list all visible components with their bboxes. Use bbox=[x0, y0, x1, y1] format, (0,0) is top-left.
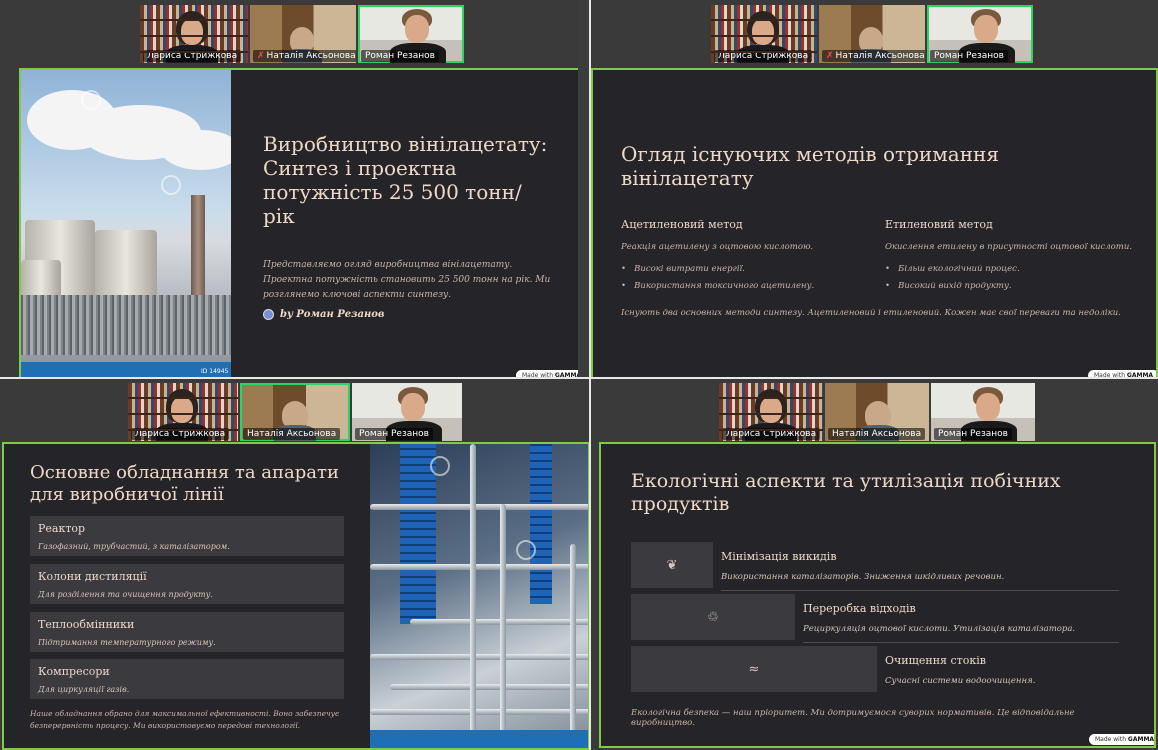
list-item: • Використання токсичного ацетилену. bbox=[621, 281, 815, 291]
avatar bbox=[263, 309, 274, 320]
equipment-card: Колони дистиляції Для розділення та очищ… bbox=[30, 564, 344, 604]
video-tile-larysa[interactable]: Лариса Стрижкова bbox=[711, 5, 817, 63]
participant-name: Наталія Аксьонова bbox=[243, 428, 341, 440]
eco-item-heading: Переробка відходів bbox=[803, 602, 916, 615]
factory-photo: ID 14945 bbox=[21, 70, 231, 378]
video-tile-natalia[interactable]: ✗ Наталія Аксьонова bbox=[819, 5, 925, 63]
video-tile-roman[interactable]: Роман Резанов bbox=[927, 5, 1033, 63]
slide-title: Огляд існуючих методів отримання вінілац… bbox=[621, 142, 999, 190]
video-tile-larysa[interactable]: Лариса Стрижкова bbox=[128, 383, 238, 441]
slide-footer: Існують два основних методи синтезу. Аце… bbox=[621, 308, 1121, 318]
meeting-quadrant-1: Лариса Стрижкова ✗ Наталія Аксьонова Рома… bbox=[0, 0, 578, 378]
photo-id: ID 14945 bbox=[201, 368, 229, 375]
video-tile-natalia[interactable]: ✗ Наталія Аксьонова bbox=[250, 5, 356, 63]
mic-muted-icon: ✗ bbox=[826, 51, 834, 61]
grid-divider-vertical bbox=[589, 0, 591, 750]
eco-item-desc: Використання каталізаторів. Зниження шкі… bbox=[721, 572, 1005, 582]
leaf-icon: ❦ bbox=[631, 542, 713, 588]
method-desc-ethylene: Окислення етилену в присутності оцтової … bbox=[885, 242, 1133, 252]
pipework-photo bbox=[370, 444, 588, 748]
eco-item-desc: Сучасні системи водоочищення. bbox=[885, 676, 1036, 686]
list-item: • Більш екологічний процес. bbox=[885, 264, 1020, 274]
meeting-quadrant-3: Лариса Стрижкова Наталія Аксьонова Роман… bbox=[0, 378, 590, 750]
video-tile-larysa[interactable]: Лариса Стрижкова bbox=[719, 383, 823, 441]
participant-name: Наталія Аксьонова bbox=[828, 428, 926, 440]
video-strip: Лариса Стрижкова ✗ Наталія Аксьонова Рома… bbox=[140, 5, 464, 63]
slide-footer: Екологічна безпека — наш пріоритет. Ми д… bbox=[631, 708, 1075, 728]
slide-title: Виробництво вінілацетату: Синтез і проек… bbox=[263, 132, 548, 228]
method-heading-acetylene: Ацетиленовий метод bbox=[621, 218, 743, 231]
equipment-card: Компресори Для циркуляції газів. bbox=[30, 659, 344, 699]
participant-name: Роман Резанов bbox=[930, 50, 1008, 62]
video-strip: Лариса Стрижкова Наталія Аксьонова Роман… bbox=[128, 383, 462, 441]
method-desc-acetylene: Реакція ацетилену з оцтовою кислотою. bbox=[621, 242, 814, 252]
video-strip: Лариса Стрижкова Наталія Аксьонова Роман… bbox=[719, 383, 1035, 441]
eco-item-heading: Очищення стоків bbox=[885, 654, 986, 667]
method-heading-ethylene: Етиленовий метод bbox=[885, 218, 993, 231]
slide-1: ID 14945 Виробництво вінілацетату: Синте… bbox=[19, 68, 578, 378]
video-tile-roman[interactable]: Роман Резанов bbox=[352, 383, 462, 441]
participant-name: Роман Резанов bbox=[934, 428, 1012, 440]
slide-title: Основне обладнання та апарати для виробн… bbox=[30, 462, 339, 505]
list-item: • Високі витрати енергії. bbox=[621, 264, 745, 274]
water-icon: ≈ bbox=[631, 646, 877, 692]
video-tile-natalia[interactable]: Наталія Аксьонова bbox=[825, 383, 929, 441]
participant-name: Роман Резанов bbox=[361, 50, 439, 62]
video-tile-roman[interactable]: Роман Резанов bbox=[358, 5, 464, 63]
participant-name: Лариса Стрижкова bbox=[722, 428, 821, 440]
author-name: by Роман Резанов bbox=[280, 309, 385, 320]
list-item: • Високий вихід продукту. bbox=[885, 281, 1012, 291]
equipment-card: Реактор Газофазний, трубчастий, з каталі… bbox=[30, 516, 344, 556]
video-tile-natalia[interactable]: Наталія Аксьонова bbox=[240, 383, 350, 441]
participant-name: Наталія Аксьонова bbox=[266, 51, 356, 61]
slide-footer: Наше обладнання обрано для максимальної … bbox=[30, 709, 340, 730]
video-tile-roman[interactable]: Роман Резанов bbox=[931, 383, 1035, 441]
slide-body: Представляємо огляд виробництва вінілаце… bbox=[263, 260, 551, 300]
slide-3: Основне обладнання та апарати для виробн… bbox=[2, 442, 590, 750]
meeting-quadrant-4: Лариса Стрижкова Наталія Аксьонова Роман… bbox=[591, 378, 1158, 750]
slide-title: Екологічні аспекти та утилізація побічни… bbox=[631, 470, 1061, 515]
participant-name: Лариса Стрижкова bbox=[143, 50, 242, 62]
made-with-badge[interactable]: Made with GAMMA bbox=[1089, 734, 1154, 745]
slide-4: Екологічні аспекти та утилізація побічни… bbox=[599, 442, 1156, 748]
eco-item-heading: Мінімізація викидів bbox=[721, 550, 837, 563]
meeting-quadrant-2: Лариса Стрижкова ✗ Наталія Аксьонова Рома… bbox=[591, 0, 1158, 378]
participant-name: Лариса Стрижкова bbox=[131, 428, 230, 440]
grid-divider-horizontal bbox=[0, 377, 1158, 379]
participant-name: Роман Резанов bbox=[355, 428, 433, 440]
slide-2: Огляд існуючих методів отримання вінілац… bbox=[591, 68, 1158, 378]
participant-name: Лариса Стрижкова bbox=[714, 50, 813, 62]
author-byline: by Роман Резанов bbox=[263, 309, 385, 320]
video-tile-larysa[interactable]: Лариса Стрижкова bbox=[140, 5, 248, 63]
participant-name: Наталія Аксьонова bbox=[835, 51, 925, 61]
eco-item-desc: Рециркуляція оцтової кислоти. Утилізація… bbox=[803, 624, 1076, 634]
recycle-icon: ♲ bbox=[631, 594, 795, 640]
equipment-card: Теплообмінники Підтримання температурног… bbox=[30, 612, 344, 652]
video-strip: Лариса Стрижкова ✗ Наталія Аксьонова Рома… bbox=[711, 5, 1033, 63]
mic-muted-icon: ✗ bbox=[257, 51, 265, 61]
